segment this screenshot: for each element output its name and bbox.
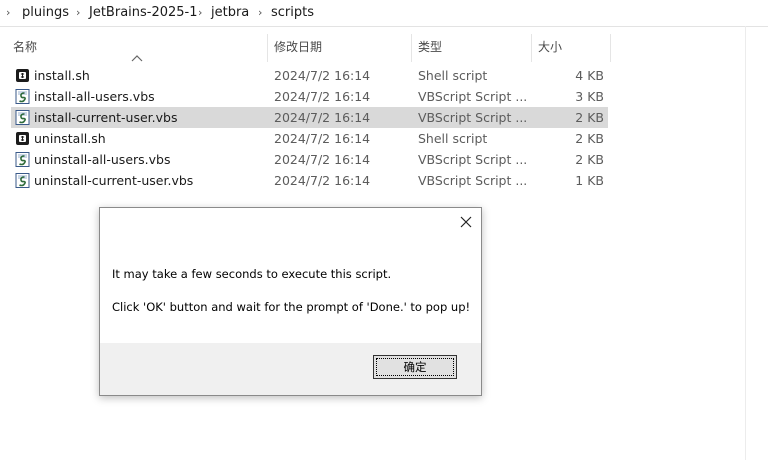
column-type-header[interactable]: 类型 <box>418 38 442 55</box>
file-type: Shell script <box>418 131 488 146</box>
column-divider[interactable] <box>411 34 412 62</box>
dialog-message-line-1: It may take a few seconds to execute thi… <box>112 267 392 281</box>
file-type: VBScript Script ... <box>418 152 528 167</box>
file-size: 1 KB <box>575 173 604 188</box>
chevron-right-icon[interactable]: › <box>6 5 10 21</box>
file-row-selected[interactable]: install-current-user.vbs 2024/7/2 16:14 … <box>11 107 608 128</box>
file-row[interactable]: install-all-users.vbs 2024/7/2 16:14 VBS… <box>11 86 608 107</box>
file-date: 2024/7/2 16:14 <box>274 173 371 188</box>
message-dialog: It may take a few seconds to execute thi… <box>99 207 482 396</box>
file-date: 2024/7/2 16:14 <box>274 68 371 83</box>
file-row[interactable]: uninstall.sh 2024/7/2 16:14 Shell script… <box>11 128 608 149</box>
shell-script-icon <box>16 69 29 82</box>
vbscript-icon <box>15 89 30 104</box>
breadcrumb-item-jetbrains[interactable]: JetBrains-2025-1 <box>89 5 198 21</box>
file-date: 2024/7/2 16:14 <box>274 89 371 104</box>
file-name: uninstall.sh <box>34 131 106 146</box>
column-divider[interactable] <box>267 34 268 62</box>
breadcrumb-item-jetbra[interactable]: jetbra <box>211 5 249 21</box>
chevron-right-icon[interactable]: › <box>76 5 80 21</box>
column-date-header[interactable]: 修改日期 <box>274 38 322 55</box>
file-size: 3 KB <box>575 89 604 104</box>
column-size-header[interactable]: 大小 <box>538 38 562 55</box>
sort-ascending-icon <box>131 55 143 62</box>
column-divider[interactable] <box>531 34 532 62</box>
file-row[interactable]: uninstall-all-users.vbs 2024/7/2 16:14 V… <box>11 149 608 170</box>
close-icon[interactable] <box>459 215 473 229</box>
breadcrumb-item-scripts[interactable]: scripts <box>271 5 314 21</box>
file-name: install-all-users.vbs <box>34 89 155 104</box>
file-size: 2 KB <box>575 152 604 167</box>
file-size: 2 KB <box>575 110 604 125</box>
column-divider[interactable] <box>610 34 611 62</box>
column-header: 名称 修改日期 类型 大小 <box>0 26 768 62</box>
chevron-right-icon[interactable]: › <box>258 5 262 21</box>
file-name: uninstall-all-users.vbs <box>34 152 171 167</box>
file-size: 4 KB <box>575 68 604 83</box>
file-name: install-current-user.vbs <box>34 110 178 125</box>
file-name: install.sh <box>34 68 90 83</box>
file-type: VBScript Script ... <box>418 173 528 188</box>
file-size: 2 KB <box>575 131 604 146</box>
vbscript-icon <box>15 110 30 125</box>
file-type: VBScript Script ... <box>418 110 528 125</box>
breadcrumb-item-pluings[interactable]: pluings <box>22 5 69 21</box>
file-date: 2024/7/2 16:14 <box>274 131 371 146</box>
file-row[interactable]: install.sh 2024/7/2 16:14 Shell script 4… <box>11 65 608 86</box>
ok-button[interactable]: 确定 <box>373 355 457 379</box>
shell-script-icon <box>16 132 29 145</box>
chevron-right-icon[interactable]: › <box>198 5 202 21</box>
file-row[interactable]: uninstall-current-user.vbs 2024/7/2 16:1… <box>11 170 608 191</box>
dialog-message-line-2: Click 'OK' button and wait for the promp… <box>112 300 471 314</box>
file-date: 2024/7/2 16:14 <box>274 110 371 125</box>
file-date: 2024/7/2 16:14 <box>274 152 371 167</box>
vbscript-icon <box>15 173 30 188</box>
file-name: uninstall-current-user.vbs <box>34 173 194 188</box>
breadcrumb: › pluings › JetBrains-2025-1 › jetbra › … <box>0 0 768 27</box>
file-type: VBScript Script ... <box>418 89 528 104</box>
vbscript-icon <box>15 152 30 167</box>
file-type: Shell script <box>418 68 488 83</box>
pane-divider <box>745 26 746 460</box>
column-name-header[interactable]: 名称 <box>13 38 37 55</box>
